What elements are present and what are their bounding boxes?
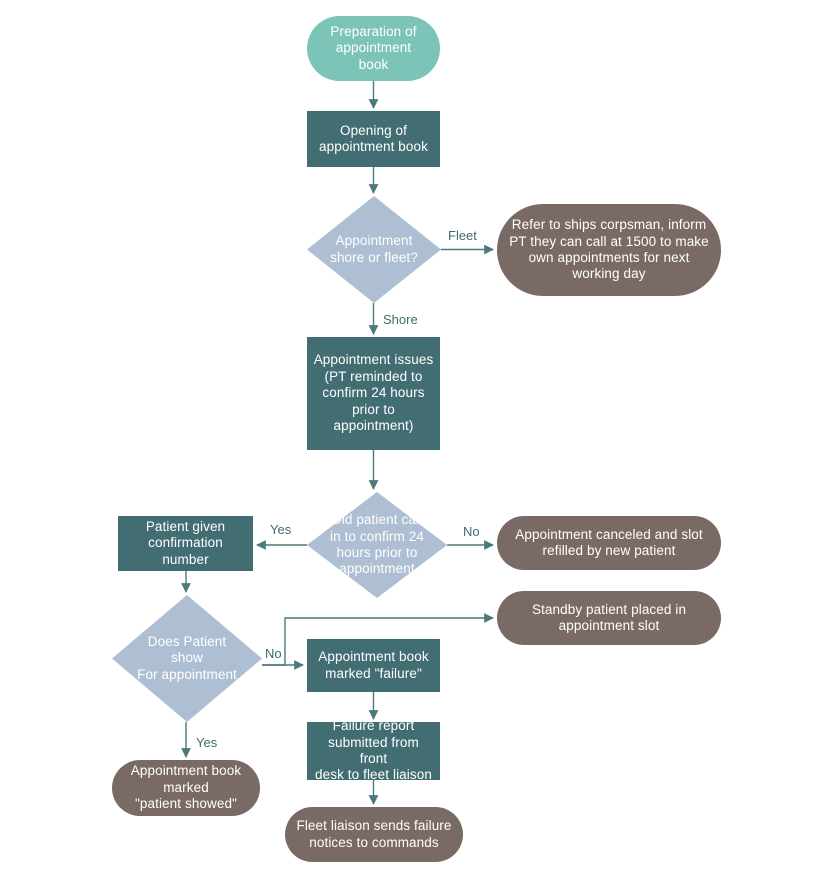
- flowchart-canvas: Preparation of appointment book Opening …: [0, 0, 829, 889]
- node-label: Patient given confirmation number: [145, 518, 226, 567]
- edge-label-yes-did-patient-call: Yes: [270, 522, 292, 537]
- node-fleet-liaison-sends-failure-notices[interactable]: Fleet liaison sends failure notices to c…: [285, 807, 463, 862]
- node-preparation-of-appointment-book[interactable]: Preparation of appointment book: [307, 16, 440, 81]
- node-appointment-shore-or-fleet[interactable]: Appointment shore or fleet?: [307, 196, 441, 303]
- edge-label-fleet: Fleet: [448, 228, 477, 243]
- node-label: Fleet liaison sends failure notices to c…: [296, 818, 452, 850]
- node-opening-of-appointment-book[interactable]: Opening of appointment book: [307, 111, 440, 167]
- node-did-patient-call-in-to-confirm[interactable]: Did patient call in to confirm 24 hours …: [307, 492, 447, 598]
- node-failure-report-submitted[interactable]: Failure report submitted from front desk…: [307, 718, 440, 782]
- edge-label-no-did-patient-call: No: [463, 524, 480, 539]
- node-label: Refer to ships corpsman, inform PT they …: [509, 217, 709, 282]
- node-label: Did patient call in to confirm 24 hours …: [330, 512, 424, 577]
- node-label: Appointment book marked "patient showed": [130, 763, 242, 812]
- node-appointment-book-marked-patient-showed[interactable]: Appointment book marked "patient showed": [112, 760, 260, 816]
- node-label: Does Patient show For appointment: [137, 633, 237, 682]
- node-appointment-canceled-and-slot-refilled[interactable]: Appointment canceled and slot refilled b…: [497, 516, 721, 570]
- edge-label-no-does-patient-show: No: [265, 646, 282, 661]
- node-label: Appointment issues (PT reminded to confi…: [313, 352, 434, 434]
- node-label: Appointment book marked "failure": [318, 649, 429, 681]
- node-label: Failure report submitted from front desk…: [315, 718, 432, 783]
- node-appointment-issues[interactable]: Appointment issues (PT reminded to confi…: [307, 337, 440, 450]
- node-standby-patient-placed-in-slot[interactable]: Standby patient placed in appointment sl…: [497, 591, 721, 645]
- node-label: Preparation of appointment book: [330, 23, 417, 72]
- node-refer-to-ships-corpsman[interactable]: Refer to ships corpsman, inform PT they …: [497, 204, 721, 296]
- node-label: Opening of appointment book: [319, 122, 428, 154]
- node-patient-given-confirmation-number[interactable]: Patient given confirmation number: [118, 516, 253, 571]
- node-label: Standby patient placed in appointment sl…: [531, 601, 687, 633]
- node-appointment-book-marked-failure[interactable]: Appointment book marked "failure": [307, 639, 440, 692]
- edge-label-yes-does-patient-show: Yes: [196, 735, 218, 750]
- node-label: Appointment canceled and slot refilled b…: [515, 526, 703, 558]
- node-does-patient-show-for-appointment[interactable]: Does Patient show For appointment: [112, 595, 262, 722]
- edge-label-shore: Shore: [383, 312, 418, 327]
- node-label: Appointment shore or fleet?: [330, 233, 418, 265]
